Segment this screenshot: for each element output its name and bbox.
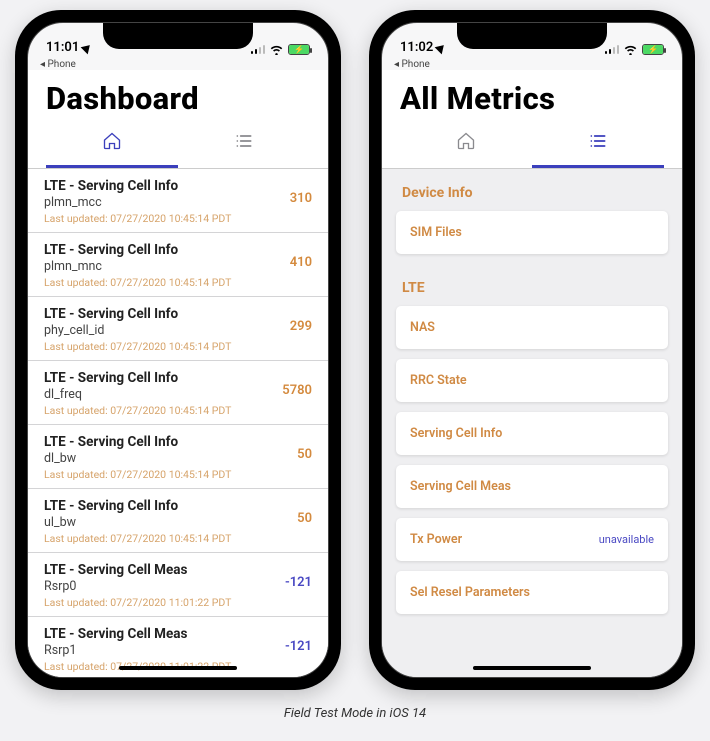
tab-home[interactable] bbox=[46, 131, 178, 168]
cell-signal-icon bbox=[605, 45, 620, 54]
row-title: LTE - Serving Cell Info bbox=[44, 242, 312, 258]
metric-card[interactable]: Serving Cell Info bbox=[396, 412, 668, 455]
status-time: 11:01 bbox=[46, 40, 79, 55]
metric-card[interactable]: RRC State bbox=[396, 359, 668, 402]
row-title: LTE - Serving Cell Info bbox=[44, 178, 312, 194]
location-icon bbox=[81, 41, 94, 54]
tab-bar bbox=[400, 131, 664, 168]
metric-card[interactable]: NAS bbox=[396, 306, 668, 349]
metric-row[interactable]: LTE - Serving Cell Infoplmn_mcc Last upda… bbox=[28, 169, 328, 233]
phone-dashboard: 11:01 ⚡ ◂ Phone Dashboard bbox=[15, 10, 341, 690]
row-title: LTE - Serving Cell Info bbox=[44, 370, 312, 386]
page-title: Dashboard bbox=[46, 80, 310, 117]
metric-card[interactable]: Tx Power unavailable bbox=[396, 518, 668, 561]
row-timestamp: Last updated: 07/27/2020 10:45:14 PDT bbox=[44, 276, 312, 289]
row-value: 50 bbox=[297, 447, 312, 462]
card-status: unavailable bbox=[599, 533, 654, 546]
row-timestamp: Last updated: 07/27/2020 11:01:22 PDT bbox=[44, 596, 312, 609]
row-timestamp: Last updated: 07/27/2020 10:45:14 PDT bbox=[44, 468, 312, 481]
status-time: 11:02 bbox=[400, 40, 433, 55]
metric-card[interactable]: SIM Files bbox=[396, 211, 668, 254]
metric-row[interactable]: LTE - Serving Cell Infodl_freq Last updat… bbox=[28, 361, 328, 425]
section-label: LTE bbox=[382, 264, 682, 306]
row-value: -121 bbox=[285, 575, 312, 590]
metric-card[interactable]: Sel Resel Parameters bbox=[396, 571, 668, 614]
battery-icon: ⚡ bbox=[642, 44, 664, 55]
card-label: NAS bbox=[410, 320, 435, 335]
home-icon bbox=[455, 131, 477, 151]
card-label: Sel Resel Parameters bbox=[410, 585, 530, 600]
row-timestamp: Last updated: 07/27/2020 10:45:14 PDT bbox=[44, 532, 312, 545]
row-timestamp: Last updated: 07/27/2020 10:45:14 PDT bbox=[44, 340, 312, 353]
page-title: All Metrics bbox=[400, 80, 664, 117]
caption: Field Test Mode in iOS 14 bbox=[284, 706, 426, 721]
row-title: LTE - Serving Cell Meas bbox=[44, 562, 312, 578]
row-value: 299 bbox=[290, 319, 312, 334]
card-label: Serving Cell Info bbox=[410, 426, 502, 441]
row-timestamp: Last updated: 07/27/2020 10:45:14 PDT bbox=[44, 404, 312, 417]
card-label: RRC State bbox=[410, 373, 467, 388]
location-icon bbox=[435, 41, 448, 54]
row-metric: plmn_mnc bbox=[44, 259, 312, 274]
wifi-icon bbox=[623, 43, 638, 55]
row-metric: Rsrp0 bbox=[44, 579, 312, 594]
row-title: LTE - Serving Cell Meas bbox=[44, 626, 312, 642]
notch bbox=[457, 23, 607, 49]
wifi-icon bbox=[269, 43, 284, 55]
row-title: LTE - Serving Cell Info bbox=[44, 306, 312, 322]
tab-home[interactable] bbox=[400, 131, 532, 168]
home-icon bbox=[101, 131, 123, 151]
row-title: LTE - Serving Cell Info bbox=[44, 498, 312, 514]
metrics-list: LTE - Serving Cell Infoplmn_mccLast upda… bbox=[28, 169, 328, 677]
tab-list[interactable] bbox=[532, 131, 664, 168]
row-metric: Rsrp1 bbox=[44, 643, 312, 658]
metric-row[interactable]: LTE - Serving Cell Infoplmn_mnc Last upda… bbox=[28, 233, 328, 297]
row-metric: phy_cell_id bbox=[44, 323, 312, 338]
tab-bar bbox=[46, 131, 310, 168]
row-metric: plmn_mcc bbox=[44, 195, 312, 210]
back-to-app[interactable]: ◂ Phone bbox=[382, 57, 682, 70]
list-icon bbox=[233, 131, 255, 151]
back-to-app[interactable]: ◂ Phone bbox=[28, 57, 328, 70]
row-value: 50 bbox=[297, 511, 312, 526]
metric-card[interactable]: Serving Cell Meas bbox=[396, 465, 668, 508]
row-value: 410 bbox=[290, 255, 312, 270]
metric-row[interactable]: LTE - Serving Cell Infophy_cell_id Last u… bbox=[28, 297, 328, 361]
row-metric: ul_bw bbox=[44, 515, 312, 530]
row-value: 5780 bbox=[282, 383, 312, 398]
card-label: Tx Power bbox=[410, 532, 462, 547]
row-timestamp: Last updated: 07/27/2020 10:45:14 PDT bbox=[44, 212, 312, 225]
list-icon bbox=[587, 131, 609, 151]
home-indicator[interactable] bbox=[473, 666, 591, 671]
card-label: Serving Cell Meas bbox=[410, 479, 511, 494]
sections: Device Info SIM Files LTE NAS RRC State Servi… bbox=[382, 169, 682, 677]
battery-icon: ⚡ bbox=[288, 44, 310, 55]
notch bbox=[103, 23, 253, 49]
metric-row[interactable]: LTE - Serving Cell Infoul_bw Last updated… bbox=[28, 489, 328, 553]
row-value: -121 bbox=[285, 639, 312, 654]
section-label: Device Info bbox=[382, 169, 682, 211]
metric-row[interactable]: LTE - Serving Cell MeasRsrp0 Last updated… bbox=[28, 553, 328, 617]
row-metric: dl_freq bbox=[44, 387, 312, 402]
metric-row[interactable]: LTE - Serving Cell Infodl_bw Last updated… bbox=[28, 425, 328, 489]
row-value: 310 bbox=[290, 191, 312, 206]
cell-signal-icon bbox=[251, 45, 266, 54]
phone-all-metrics: 11:02 ⚡ ◂ Phone All Metrics bbox=[369, 10, 695, 690]
home-indicator[interactable] bbox=[119, 666, 237, 671]
card-label: SIM Files bbox=[410, 225, 462, 240]
row-metric: dl_bw bbox=[44, 451, 312, 466]
tab-list[interactable] bbox=[178, 131, 310, 168]
row-title: LTE - Serving Cell Info bbox=[44, 434, 312, 450]
